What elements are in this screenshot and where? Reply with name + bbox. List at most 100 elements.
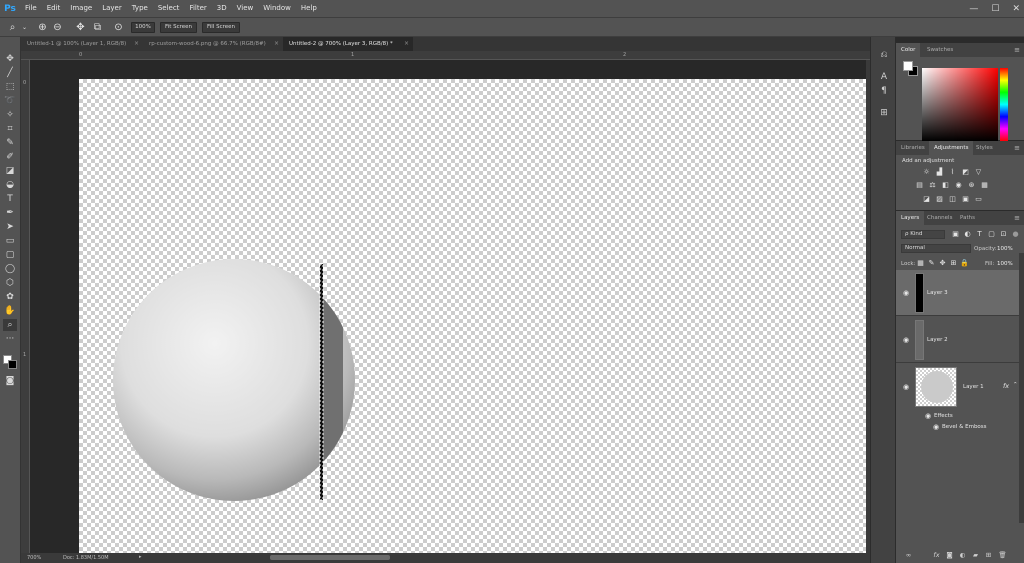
hue-saturation-icon[interactable]: ▤ (915, 181, 924, 190)
history-icon[interactable]: ⎌ (878, 49, 890, 61)
invert-icon[interactable]: ◪ (922, 195, 931, 204)
menu-select[interactable]: Select (153, 0, 185, 17)
paint-bucket-icon[interactable]: ◒ (3, 179, 17, 191)
menu-view[interactable]: View (232, 0, 259, 17)
layers-scrollbar[interactable] (1019, 253, 1024, 523)
layer-filter-dropdown[interactable]: ρ Kind (901, 230, 945, 239)
lasso-tool-icon[interactable]: ➰ (3, 95, 17, 107)
tab-rp-custom-wood[interactable]: rp-custom-wood-6.png @ 66.7% (RGB/8#) × (143, 37, 283, 51)
tab-untitled-1[interactable]: Untitled-1 @ 100% (Layer 1, RGB/8) × (21, 37, 143, 51)
fill-screen-button[interactable]: Fill Screen (202, 22, 240, 33)
line-tool-icon[interactable]: ╱ (3, 67, 17, 79)
layer-name[interactable]: Layer 1 (963, 384, 984, 390)
exposure-icon[interactable]: ◩ (961, 168, 970, 177)
panel-menu-icon[interactable]: ≡ (1014, 141, 1020, 155)
minimize-button[interactable]: — (969, 4, 978, 14)
filter-smart-object-icon[interactable]: ⊡ (999, 230, 1008, 239)
eraser-tool-icon[interactable]: ◪ (3, 165, 17, 177)
resize-windows-icon[interactable]: ✥ (74, 21, 87, 34)
rectangle-tool-icon[interactable]: ▭ (3, 235, 17, 247)
threshold-icon[interactable]: ◫ (948, 195, 957, 204)
tab-paths[interactable]: Paths (955, 211, 980, 225)
properties-icon[interactable]: ⊞ (878, 107, 890, 119)
chevron-down-icon[interactable]: ⌄ (18, 21, 31, 34)
blend-mode-select[interactable]: Normal (901, 244, 971, 253)
close-icon[interactable]: × (134, 37, 139, 51)
levels-icon[interactable]: ▟ (935, 168, 944, 177)
menu-filter[interactable]: Filter (184, 0, 211, 17)
scrubby-zoom-icon[interactable]: ⊙ (112, 21, 125, 34)
menu-help[interactable]: Help (296, 0, 322, 17)
channel-mixer-icon[interactable]: ⊛ (967, 181, 976, 190)
marquee-tool-icon[interactable]: ⬚ (3, 81, 17, 93)
fx-badge[interactable]: fx (1003, 382, 1009, 390)
tab-color[interactable]: Color (896, 43, 921, 57)
new-adjustment-layer-icon[interactable]: ◐ (958, 551, 967, 560)
hand-tool-icon[interactable]: ✋ (3, 305, 17, 317)
zoom-level[interactable]: 700% (27, 555, 41, 561)
selective-color-icon[interactable]: ▣ (961, 195, 970, 204)
eyedropper-icon[interactable]: ✎ (3, 137, 17, 149)
effects-row[interactable]: ◉ Effects (896, 411, 1019, 421)
visibility-eye-icon[interactable]: ◉ (902, 289, 910, 297)
layer-row-layer-2[interactable]: ◉ Layer 2 (896, 317, 1019, 363)
layer-name[interactable]: Layer 3 (927, 290, 948, 296)
fit-screen-button[interactable]: Fit Screen (160, 22, 197, 33)
vibrance-icon[interactable]: ▽ (974, 168, 983, 177)
custom-shape-icon[interactable]: ✿ (3, 291, 17, 303)
tab-adjustments[interactable]: Adjustments (929, 141, 974, 155)
filter-pixel-icon[interactable]: ▣ (951, 230, 960, 239)
crop-tool-icon[interactable]: ⌗ (3, 123, 17, 135)
foreground-swatch[interactable] (903, 61, 913, 71)
color-balance-icon[interactable]: ⚖ (928, 181, 937, 190)
menu-layer[interactable]: Layer (97, 0, 127, 17)
lock-artboard-icon[interactable]: ⊞ (949, 259, 958, 268)
move-tool-icon[interactable]: ✥ (3, 53, 17, 65)
horizontal-scrollbar-thumb[interactable] (270, 555, 390, 560)
paragraph-icon[interactable]: ¶ (878, 85, 890, 97)
quick-mask-icon[interactable]: ◙ (3, 375, 17, 387)
tab-untitled-2[interactable]: Untitled-2 @ 700% (Layer 3, RGB/8) * × (283, 37, 413, 51)
visibility-eye-icon[interactable]: ◉ (902, 336, 910, 344)
polygon-tool-icon[interactable]: ⬡ (3, 277, 17, 289)
add-mask-icon[interactable]: ◙ (945, 551, 954, 560)
menu-edit[interactable]: Edit (42, 0, 66, 17)
zoom-tool-active-icon[interactable]: ⌕ (3, 319, 17, 331)
delete-layer-icon[interactable]: 🗑 (998, 551, 1007, 560)
tab-channels[interactable]: Channels (922, 211, 957, 225)
menu-type[interactable]: Type (127, 0, 153, 17)
opacity-value[interactable]: 100% (997, 246, 1013, 252)
photo-filter-icon[interactable]: ◉ (954, 181, 963, 190)
filter-type-icon[interactable]: T (975, 230, 984, 239)
zoom-100-button[interactable]: 100% (131, 22, 155, 33)
zoom-all-windows-icon[interactable]: ⧉ (91, 21, 104, 34)
layer-name[interactable]: Layer 2 (927, 337, 948, 343)
path-selection-icon[interactable]: ➤ (3, 221, 17, 233)
gradient-map-icon[interactable]: ▭ (974, 195, 983, 204)
link-layers-icon[interactable]: ∞ (904, 551, 913, 560)
tab-layers[interactable]: Layers (896, 211, 925, 225)
saturation-value-picker[interactable] (922, 68, 998, 141)
hue-slider[interactable] (1000, 68, 1008, 141)
menu-3d[interactable]: 3D (212, 0, 232, 17)
pen-tool-icon[interactable]: ✒ (3, 207, 17, 219)
lock-position-icon[interactable]: ✥ (938, 259, 947, 268)
black-white-icon[interactable]: ◧ (941, 181, 950, 190)
zoom-in-icon[interactable]: ⊕ (36, 21, 49, 34)
more-tools-icon[interactable]: ··· (3, 333, 17, 345)
menu-file[interactable]: File (20, 0, 42, 17)
posterize-icon[interactable]: ▨ (935, 195, 944, 204)
layer-row-layer-3[interactable]: ◉ Layer 3 (896, 270, 1019, 316)
menu-image[interactable]: Image (65, 0, 97, 17)
filter-toggle-icon[interactable]: ● (1011, 230, 1020, 239)
expand-effects-icon[interactable]: ⌃ (1013, 382, 1018, 388)
lock-transparency-icon[interactable]: ▦ (916, 259, 925, 268)
type-tool-icon[interactable]: T (3, 193, 17, 205)
ellipse-tool-icon[interactable]: ◯ (3, 263, 17, 275)
tab-styles[interactable]: Styles (971, 141, 998, 155)
close-icon[interactable]: × (274, 37, 279, 51)
panel-menu-icon[interactable]: ≡ (1014, 211, 1020, 225)
character-icon[interactable]: A (878, 71, 890, 83)
brightness-contrast-icon[interactable]: ☼ (922, 168, 931, 177)
new-layer-icon[interactable]: ⊞ (984, 551, 993, 560)
